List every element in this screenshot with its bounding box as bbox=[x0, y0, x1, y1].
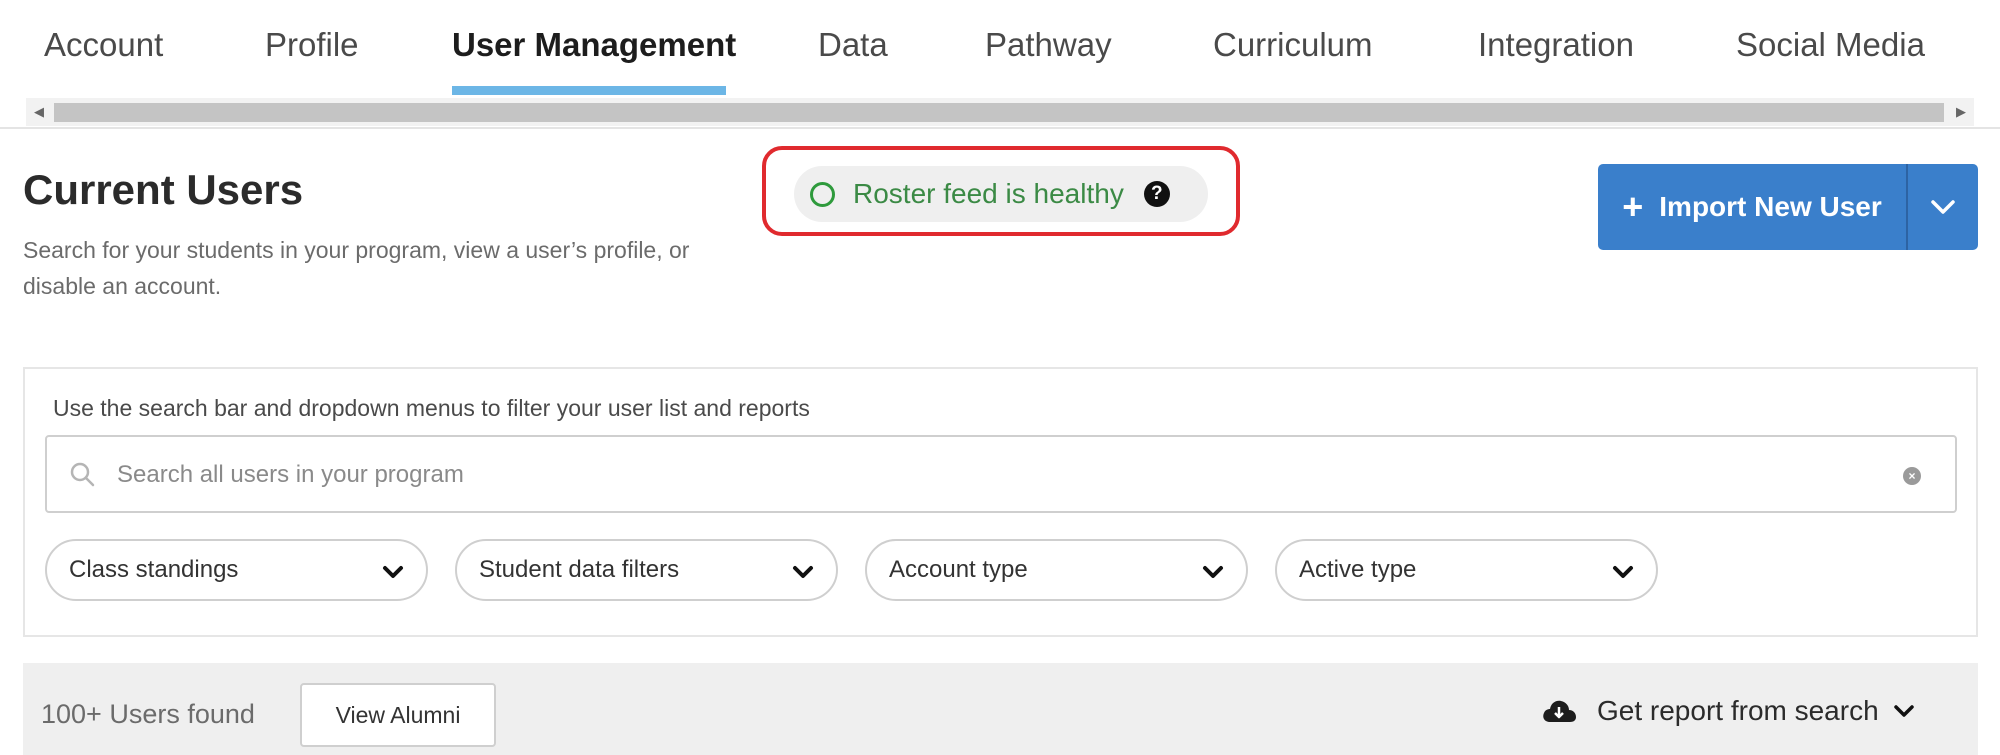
class-standings-dropdown[interactable]: Class standings bbox=[45, 539, 428, 601]
filter-hint-text: Use the search bar and dropdown menus to… bbox=[53, 395, 810, 421]
tab-integration[interactable]: Integration bbox=[1478, 26, 1634, 64]
scroll-left-icon[interactable]: ◀ bbox=[26, 98, 52, 126]
dropdown-label: Class standings bbox=[69, 556, 239, 583]
import-new-user-button[interactable]: + Import New User bbox=[1598, 164, 1906, 250]
status-circle-icon bbox=[810, 181, 835, 207]
tab-account[interactable]: Account bbox=[44, 26, 163, 64]
chevron-down-icon bbox=[1203, 566, 1223, 578]
view-alumni-button[interactable]: View Alumni bbox=[300, 683, 496, 747]
scrollbar-thumb[interactable] bbox=[54, 103, 1944, 122]
roster-status-text: Roster feed is healthy bbox=[853, 178, 1124, 209]
dropdown-label: Active type bbox=[1299, 556, 1417, 583]
tab-curriculum[interactable]: Curriculum bbox=[1213, 26, 1373, 64]
filter-panel: Use the search bar and dropdown menus to… bbox=[23, 367, 1978, 637]
chevron-down-icon bbox=[1893, 705, 1914, 717]
plus-icon: + bbox=[1622, 186, 1644, 227]
page-title: Current Users bbox=[23, 166, 304, 213]
results-bar: 100+ Users found View Alumni Get report … bbox=[23, 663, 1978, 755]
settings-tabs: Account Profile User Management Data Pat… bbox=[0, 0, 2000, 96]
help-icon[interactable]: ? bbox=[1143, 181, 1170, 207]
tabs-divider bbox=[0, 127, 2000, 129]
import-button-label: Import New User bbox=[1659, 191, 1882, 222]
page-description: Search for your students in your program… bbox=[23, 237, 690, 299]
student-data-filters-dropdown[interactable]: Student data filters bbox=[455, 539, 838, 601]
tab-social-media[interactable]: Social Media bbox=[1736, 26, 1925, 64]
tab-user-management[interactable]: User Management bbox=[452, 26, 736, 64]
dropdown-label: Student data filters bbox=[479, 556, 680, 583]
dropdown-label: Account type bbox=[889, 556, 1028, 583]
account-type-dropdown[interactable]: Account type bbox=[865, 539, 1248, 601]
chevron-down-icon bbox=[1931, 200, 1955, 214]
active-tab-indicator bbox=[452, 86, 726, 95]
scroll-right-icon[interactable]: ▶ bbox=[1948, 98, 1974, 126]
chevron-down-icon bbox=[1613, 566, 1633, 578]
roster-status-badge: Roster feed is healthy ? bbox=[794, 166, 1208, 222]
chevron-down-icon bbox=[383, 566, 403, 578]
report-link-label: Get report from search bbox=[1597, 695, 1879, 726]
cloud-download-icon bbox=[1543, 700, 1576, 722]
search-icon bbox=[70, 462, 95, 487]
get-report-button[interactable]: Get report from search bbox=[1541, 691, 1915, 731]
search-input[interactable] bbox=[117, 453, 1817, 497]
active-type-dropdown[interactable]: Active type bbox=[1275, 539, 1658, 601]
clear-search-icon[interactable]: × bbox=[1903, 467, 1921, 485]
import-new-user-split-button: + Import New User bbox=[1598, 164, 1978, 250]
tab-profile[interactable]: Profile bbox=[265, 26, 359, 64]
users-found-count: 100+ Users found bbox=[41, 699, 255, 729]
chevron-down-icon bbox=[793, 566, 813, 578]
import-options-button[interactable] bbox=[1908, 164, 1978, 250]
search-box: × bbox=[45, 435, 1957, 513]
tab-data[interactable]: Data bbox=[818, 26, 888, 64]
tab-pathway[interactable]: Pathway bbox=[985, 26, 1112, 64]
tabs-horizontal-scrollbar[interactable]: ◀ ▶ bbox=[26, 98, 1974, 126]
